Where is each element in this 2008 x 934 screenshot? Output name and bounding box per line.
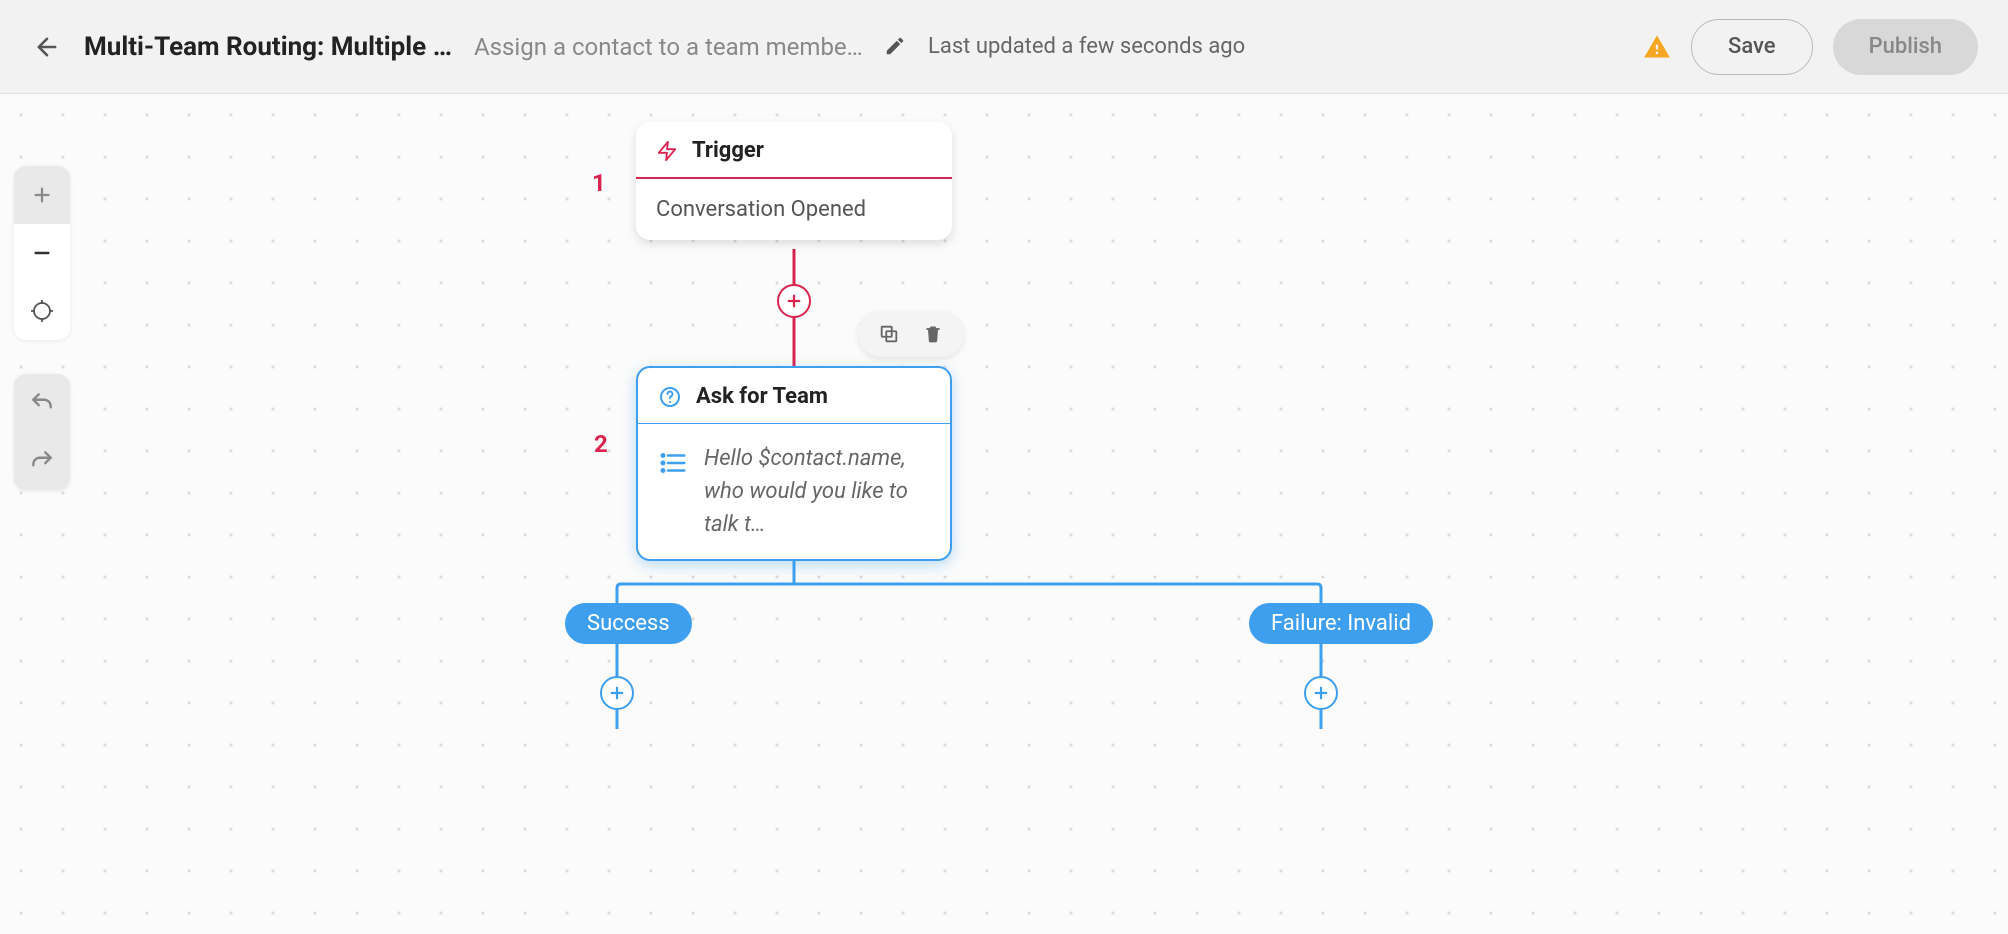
plus-icon <box>608 684 626 702</box>
plus-icon <box>1312 684 1330 702</box>
node-title: Trigger <box>692 138 764 163</box>
copy-icon <box>878 323 900 345</box>
zoom-toolbar <box>14 166 70 340</box>
save-button[interactable]: Save <box>1691 19 1813 75</box>
warning-icon <box>1643 33 1671 61</box>
node-header: Trigger <box>636 122 952 179</box>
add-step-button[interactable] <box>777 284 811 318</box>
publish-button[interactable]: Publish <box>1833 19 1978 75</box>
redo-icon <box>29 448 55 474</box>
node-number: 1 <box>592 169 606 197</box>
arrow-left-icon <box>33 33 61 61</box>
center-view-button[interactable] <box>14 282 70 340</box>
plus-icon <box>31 184 53 206</box>
warning-button[interactable] <box>1643 33 1671 61</box>
trash-icon <box>923 324 943 344</box>
trigger-type: Conversation Opened <box>656 197 932 222</box>
minus-icon <box>31 242 53 264</box>
node-actions <box>858 311 964 357</box>
node-title: Ask for Team <box>696 384 828 409</box>
list-icon <box>658 448 688 478</box>
delete-node-button[interactable] <box>920 321 946 347</box>
workflow-canvas[interactable]: 1 Trigger Conversation Opened 2 Ask for … <box>0 94 2008 934</box>
zoom-in-button[interactable] <box>14 166 70 224</box>
add-step-failure-button[interactable] <box>1304 676 1338 710</box>
back-button[interactable] <box>30 30 64 64</box>
branch-failure[interactable]: Failure: Invalid <box>1249 603 1433 644</box>
plus-icon <box>785 292 803 310</box>
copy-node-button[interactable] <box>876 321 902 347</box>
redo-button[interactable] <box>14 432 70 490</box>
node-body: Conversation Opened <box>636 179 952 240</box>
header: Multi-Team Routing: Multiple Choic… Assi… <box>0 0 2008 94</box>
question-preview: Hello $contact.name, who would you like … <box>704 442 930 541</box>
undo-icon <box>29 390 55 416</box>
history-toolbar <box>14 374 70 490</box>
workflow-subtitle: Assign a contact to a team member bas… <box>474 33 864 61</box>
question-circle-icon <box>658 385 682 409</box>
branch-success[interactable]: Success <box>565 603 692 644</box>
crosshair-icon <box>30 299 54 323</box>
last-updated-text: Last updated a few seconds ago <box>928 34 1245 59</box>
node-body: Hello $contact.name, who would you like … <box>638 424 950 559</box>
workflow-title[interactable]: Multi-Team Routing: Multiple Choic… <box>84 32 454 62</box>
connectors <box>0 94 2008 934</box>
lightning-icon <box>656 140 678 162</box>
trigger-node[interactable]: Trigger Conversation Opened <box>636 122 952 240</box>
node-header: Ask for Team <box>638 368 950 424</box>
node-number: 2 <box>594 430 608 458</box>
edit-title-button[interactable] <box>884 35 908 59</box>
ask-for-team-node[interactable]: Ask for Team Hello $contact.name, who wo… <box>636 366 952 561</box>
undo-button[interactable] <box>14 374 70 432</box>
pencil-icon <box>884 35 906 57</box>
add-step-success-button[interactable] <box>600 676 634 710</box>
zoom-out-button[interactable] <box>14 224 70 282</box>
